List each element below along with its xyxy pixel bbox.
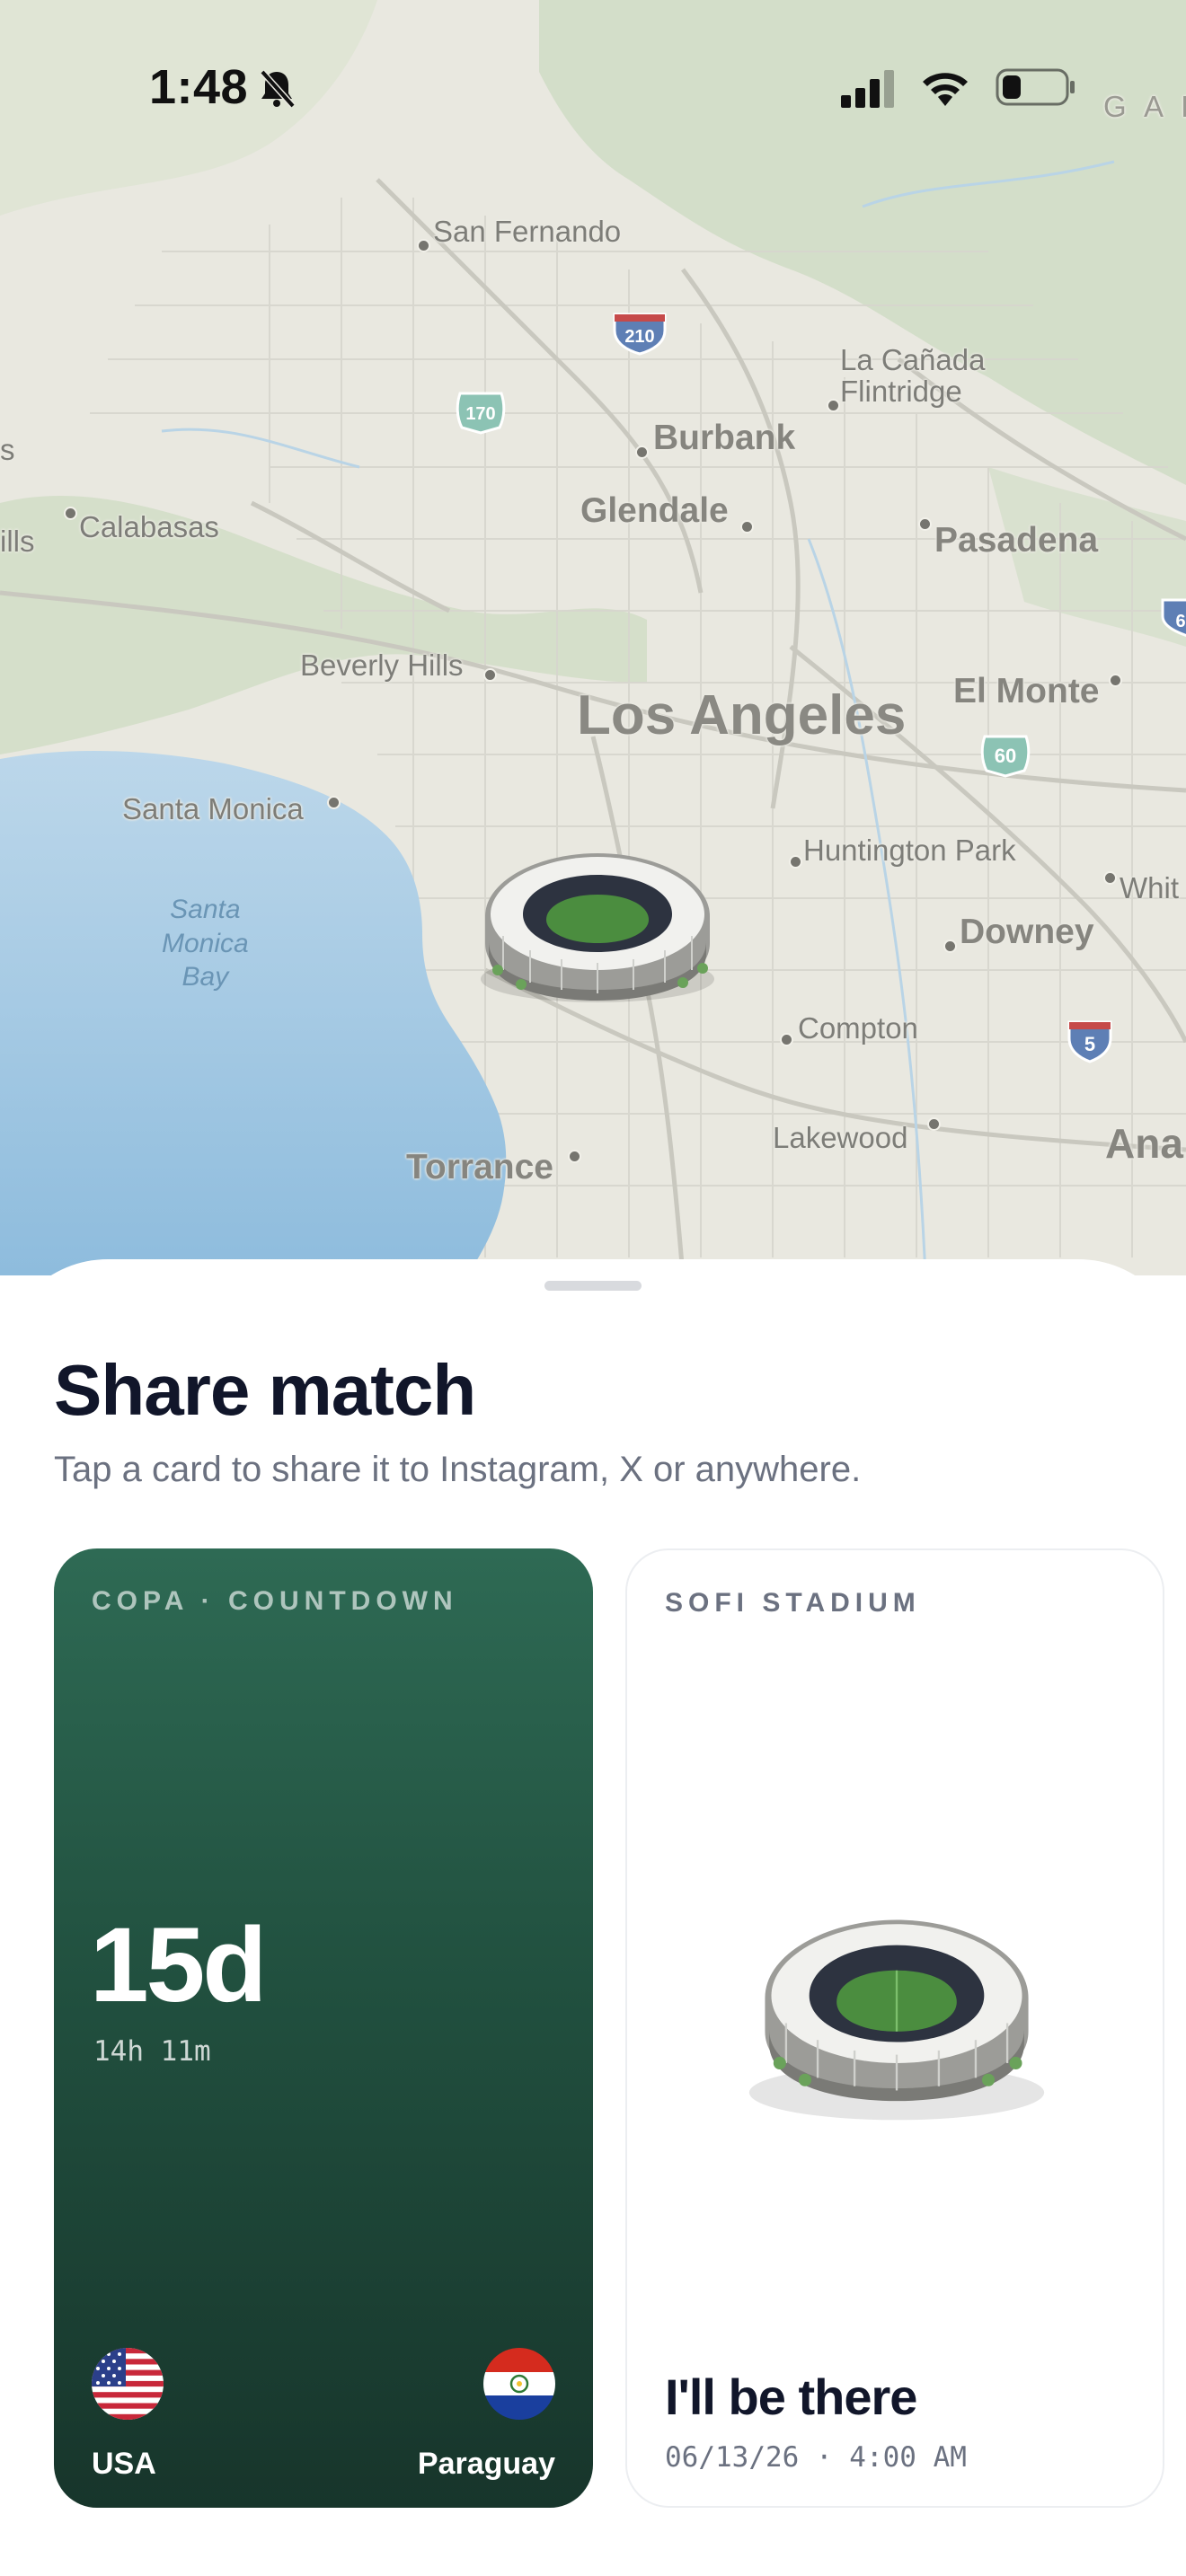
card-eyebrow: SOFI STADIUM <box>665 1588 921 1618</box>
map-place-dot <box>635 446 649 459</box>
sheet-title: Share match <box>54 1350 476 1430</box>
card-headline: I'll be there <box>665 2369 917 2425</box>
map-place-dot <box>740 520 754 534</box>
map-place-label: ills <box>0 525 35 558</box>
map-place-dot <box>918 517 932 531</box>
countdown-hours-minutes: 14h 11m <box>93 2035 211 2068</box>
map-place-dot <box>483 668 497 682</box>
svg-text:6: 6 <box>1175 612 1185 631</box>
wifi-icon <box>923 73 968 106</box>
map-place-label: Compton <box>798 1011 918 1045</box>
share-sheet: Share match Tap a card to share it to In… <box>0 1259 1186 2576</box>
map-place-dot <box>927 1117 941 1131</box>
map-place-label: San Fernando <box>433 215 622 248</box>
map-place-label: Torrance <box>406 1148 553 1187</box>
map-place-dot <box>789 855 802 869</box>
map-place-dot <box>1109 674 1122 687</box>
away-team-name: Paraguay <box>417 2447 555 2481</box>
status-time: 1:48 <box>149 60 249 114</box>
map-place-dot <box>568 1150 581 1163</box>
status-bar: 1:48 <box>0 0 1186 171</box>
map-place-dot <box>327 796 341 809</box>
map-place-label: Glendale <box>580 491 729 530</box>
stadium-illustration <box>748 1919 1045 2121</box>
paraguay-flag-icon <box>483 2348 555 2420</box>
battery-icon <box>996 68 1075 106</box>
map-place-label: Whit <box>1120 871 1179 904</box>
map-place-label: Downey <box>960 913 1094 951</box>
map-background <box>0 0 1186 1275</box>
cellular-signal-icon <box>841 70 894 108</box>
interstate-shield-icon: 210 <box>613 313 667 356</box>
interstate-shield-icon: 6 <box>1161 598 1186 637</box>
map-city-label: Los Angeles <box>577 684 907 746</box>
map-place-label: Lakewood <box>773 1121 908 1154</box>
map-view[interactable]: San Fernando La Cañada Flintridge Burban… <box>0 0 1186 1275</box>
map-place-dot <box>827 399 840 412</box>
state-route-shield-icon: 170 <box>456 392 506 435</box>
map-place-label: Santa Monica <box>122 792 304 825</box>
map-place-dot <box>780 1033 793 1046</box>
svg-text:5: 5 <box>1084 1033 1095 1055</box>
map-place-label: Burbank <box>653 419 796 457</box>
state-route-shield-icon: 60 <box>980 735 1031 778</box>
stadium-share-card[interactable]: SOFI STADIUM I'll be there 06/13/26 · 4:… <box>625 1548 1164 2508</box>
shield-number: 210 <box>624 327 654 347</box>
sheet-grabber[interactable] <box>544 1281 642 1291</box>
map-place-label: s <box>0 433 15 466</box>
bell-slash-icon <box>260 69 296 109</box>
map-place-label: La Cañada Flintridge <box>840 343 986 408</box>
interstate-shield-icon: 5 <box>1067 1020 1112 1063</box>
map-place-dot <box>943 940 957 953</box>
map-place-label: Calabasas <box>79 510 219 543</box>
map-place-dot <box>1103 871 1117 885</box>
map-place-label: El Monte <box>953 672 1100 710</box>
map-place-label: Huntington Park <box>803 834 1016 867</box>
map-place-dot <box>417 239 430 252</box>
map-water-label: Santa Monica Bay <box>162 895 249 992</box>
svg-text:60: 60 <box>995 745 1016 767</box>
map-place-dot <box>64 507 77 520</box>
match-date-time: 06/13/26 · 4:00 AM <box>665 2441 967 2474</box>
countdown-days: 15d <box>90 1906 267 2025</box>
stadium-pin[interactable] <box>467 835 728 1015</box>
home-team-name: USA <box>92 2447 156 2481</box>
map-place-label: Beverly Hills <box>300 648 464 682</box>
map-place-label: Ana <box>1105 1120 1183 1167</box>
svg-text:170: 170 <box>465 404 495 424</box>
countdown-share-card[interactable]: COPA · COUNTDOWN 15d 14h 11m USA Paragua… <box>54 1548 593 2508</box>
card-eyebrow: COPA · COUNTDOWN <box>92 1586 458 1616</box>
sheet-subtitle: Tap a card to share it to Instagram, X o… <box>54 1450 862 1489</box>
usa-flag-icon <box>92 2348 164 2420</box>
map-place-label: Pasadena <box>934 521 1099 560</box>
